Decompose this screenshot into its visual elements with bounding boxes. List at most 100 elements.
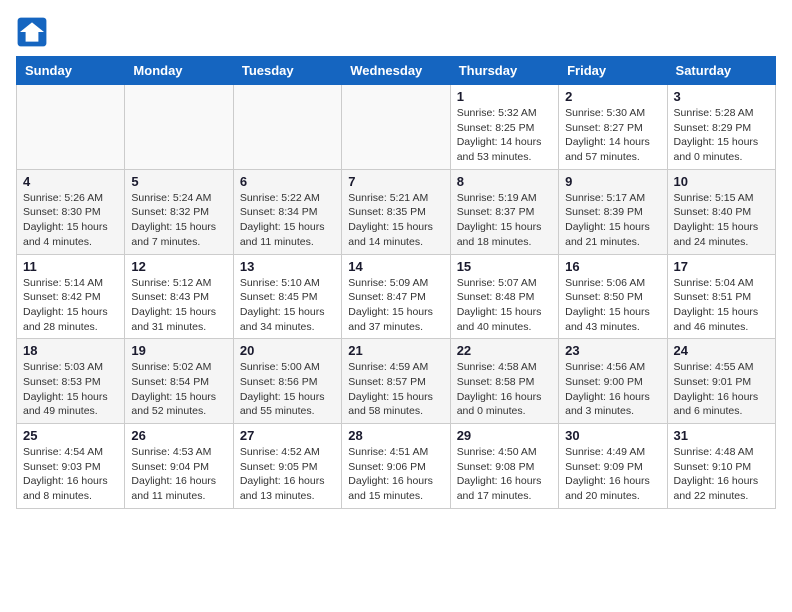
calendar-cell: 9 Sunrise: 5:17 AM Sunset: 8:39 PM Daylig… — [559, 169, 667, 254]
day-number: 28 — [348, 428, 443, 443]
day-number: 9 — [565, 174, 660, 189]
day-info: Sunrise: 4:58 AM Sunset: 8:58 PM Dayligh… — [457, 360, 552, 419]
day-number: 27 — [240, 428, 335, 443]
day-number: 7 — [348, 174, 443, 189]
page-header — [16, 16, 776, 48]
header-sunday: Sunday — [17, 57, 125, 85]
calendar-cell: 13 Sunrise: 5:10 AM Sunset: 8:45 PM Dayli… — [233, 254, 341, 339]
calendar-week-3: 11Sunrise: 5:14 AM Sunset: 8:42 PM Dayli… — [17, 254, 776, 339]
day-number: 25 — [23, 428, 118, 443]
day-info: Sunrise: 5:28 AM Sunset: 8:29 PM Dayligh… — [674, 106, 769, 165]
header-thursday: Thursday — [450, 57, 558, 85]
calendar-cell: 19 Sunrise: 5:02 AM Sunset: 8:54 PM Dayli… — [125, 339, 233, 424]
day-number: 21 — [348, 343, 443, 358]
logo — [16, 16, 52, 48]
calendar-week-2: 4 Sunrise: 5:26 AM Sunset: 8:30 PM Daylig… — [17, 169, 776, 254]
day-number: 1 — [457, 89, 552, 104]
calendar-cell: 25 Sunrise: 4:54 AM Sunset: 9:03 PM Dayli… — [17, 424, 125, 509]
header-monday: Monday — [125, 57, 233, 85]
calendar-cell: 27Sunrise: 4:52 AM Sunset: 9:05 PM Dayli… — [233, 424, 341, 509]
calendar-week-5: 25 Sunrise: 4:54 AM Sunset: 9:03 PM Dayli… — [17, 424, 776, 509]
calendar-cell: 30 Sunrise: 4:49 AM Sunset: 9:09 PM Dayli… — [559, 424, 667, 509]
header-wednesday: Wednesday — [342, 57, 450, 85]
day-number: 13 — [240, 259, 335, 274]
header-saturday: Saturday — [667, 57, 775, 85]
day-number: 10 — [674, 174, 769, 189]
day-number: 8 — [457, 174, 552, 189]
header-tuesday: Tuesday — [233, 57, 341, 85]
day-number: 19 — [131, 343, 226, 358]
day-info: Sunrise: 4:54 AM Sunset: 9:03 PM Dayligh… — [23, 445, 118, 504]
day-info: Sunrise: 5:07 AM Sunset: 8:48 PM Dayligh… — [457, 276, 552, 335]
logo-icon — [16, 16, 48, 48]
calendar-cell: 3 Sunrise: 5:28 AM Sunset: 8:29 PM Daylig… — [667, 85, 775, 170]
calendar-cell — [342, 85, 450, 170]
day-number: 14 — [348, 259, 443, 274]
calendar-cell — [125, 85, 233, 170]
calendar-week-1: 1Sunrise: 5:32 AM Sunset: 8:25 PM Daylig… — [17, 85, 776, 170]
calendar-cell: 24 Sunrise: 4:55 AM Sunset: 9:01 PM Dayli… — [667, 339, 775, 424]
calendar-header-row: SundayMondayTuesdayWednesdayThursdayFrid… — [17, 57, 776, 85]
day-number: 15 — [457, 259, 552, 274]
calendar-cell: 16 Sunrise: 5:06 AM Sunset: 8:50 PM Dayli… — [559, 254, 667, 339]
day-number: 23 — [565, 343, 660, 358]
day-number: 12 — [131, 259, 226, 274]
day-info: Sunrise: 4:51 AM Sunset: 9:06 PM Dayligh… — [348, 445, 443, 504]
day-info: Sunrise: 5:09 AM Sunset: 8:47 PM Dayligh… — [348, 276, 443, 335]
day-number: 4 — [23, 174, 118, 189]
day-info: Sunrise: 5:02 AM Sunset: 8:54 PM Dayligh… — [131, 360, 226, 419]
day-info: Sunrise: 5:06 AM Sunset: 8:50 PM Dayligh… — [565, 276, 660, 335]
day-info: Sunrise: 4:55 AM Sunset: 9:01 PM Dayligh… — [674, 360, 769, 419]
calendar-cell: 5 Sunrise: 5:24 AM Sunset: 8:32 PM Daylig… — [125, 169, 233, 254]
calendar-cell: 10 Sunrise: 5:15 AM Sunset: 8:40 PM Dayli… — [667, 169, 775, 254]
day-number: 5 — [131, 174, 226, 189]
day-number: 30 — [565, 428, 660, 443]
day-info: Sunrise: 5:30 AM Sunset: 8:27 PM Dayligh… — [565, 106, 660, 165]
day-info: Sunrise: 4:59 AM Sunset: 8:57 PM Dayligh… — [348, 360, 443, 419]
day-number: 3 — [674, 89, 769, 104]
day-number: 6 — [240, 174, 335, 189]
calendar-cell: 21 Sunrise: 4:59 AM Sunset: 8:57 PM Dayli… — [342, 339, 450, 424]
calendar-cell: 8 Sunrise: 5:19 AM Sunset: 8:37 PM Daylig… — [450, 169, 558, 254]
calendar-cell — [17, 85, 125, 170]
calendar-cell: 12 Sunrise: 5:12 AM Sunset: 8:43 PM Dayli… — [125, 254, 233, 339]
day-info: Sunrise: 5:22 AM Sunset: 8:34 PM Dayligh… — [240, 191, 335, 250]
day-number: 16 — [565, 259, 660, 274]
day-number: 24 — [674, 343, 769, 358]
calendar-cell: 15 Sunrise: 5:07 AM Sunset: 8:48 PM Dayli… — [450, 254, 558, 339]
day-info: Sunrise: 5:12 AM Sunset: 8:43 PM Dayligh… — [131, 276, 226, 335]
day-info: Sunrise: 5:24 AM Sunset: 8:32 PM Dayligh… — [131, 191, 226, 250]
day-info: Sunrise: 4:56 AM Sunset: 9:00 PM Dayligh… — [565, 360, 660, 419]
day-info: Sunrise: 5:26 AM Sunset: 8:30 PM Dayligh… — [23, 191, 118, 250]
calendar-cell: 31Sunrise: 4:48 AM Sunset: 9:10 PM Dayli… — [667, 424, 775, 509]
calendar-cell: 11Sunrise: 5:14 AM Sunset: 8:42 PM Dayli… — [17, 254, 125, 339]
day-number: 17 — [674, 259, 769, 274]
day-info: Sunrise: 5:19 AM Sunset: 8:37 PM Dayligh… — [457, 191, 552, 250]
day-info: Sunrise: 4:49 AM Sunset: 9:09 PM Dayligh… — [565, 445, 660, 504]
calendar-cell: 22 Sunrise: 4:58 AM Sunset: 8:58 PM Dayli… — [450, 339, 558, 424]
day-number: 2 — [565, 89, 660, 104]
day-number: 29 — [457, 428, 552, 443]
day-info: Sunrise: 5:17 AM Sunset: 8:39 PM Dayligh… — [565, 191, 660, 250]
calendar-cell: 17Sunrise: 5:04 AM Sunset: 8:51 PM Dayli… — [667, 254, 775, 339]
day-number: 31 — [674, 428, 769, 443]
day-info: Sunrise: 5:21 AM Sunset: 8:35 PM Dayligh… — [348, 191, 443, 250]
day-number: 22 — [457, 343, 552, 358]
calendar-cell: 23 Sunrise: 4:56 AM Sunset: 9:00 PM Dayli… — [559, 339, 667, 424]
calendar-cell — [233, 85, 341, 170]
day-info: Sunrise: 4:53 AM Sunset: 9:04 PM Dayligh… — [131, 445, 226, 504]
day-info: Sunrise: 5:10 AM Sunset: 8:45 PM Dayligh… — [240, 276, 335, 335]
calendar-table: SundayMondayTuesdayWednesdayThursdayFrid… — [16, 56, 776, 509]
day-info: Sunrise: 5:15 AM Sunset: 8:40 PM Dayligh… — [674, 191, 769, 250]
calendar-cell: 4 Sunrise: 5:26 AM Sunset: 8:30 PM Daylig… — [17, 169, 125, 254]
day-info: Sunrise: 5:00 AM Sunset: 8:56 PM Dayligh… — [240, 360, 335, 419]
day-number: 18 — [23, 343, 118, 358]
calendar-cell: 20 Sunrise: 5:00 AM Sunset: 8:56 PM Dayli… — [233, 339, 341, 424]
day-number: 11 — [23, 259, 118, 274]
calendar-cell: 6 Sunrise: 5:22 AM Sunset: 8:34 PM Daylig… — [233, 169, 341, 254]
day-number: 20 — [240, 343, 335, 358]
calendar-cell: 26 Sunrise: 4:53 AM Sunset: 9:04 PM Dayli… — [125, 424, 233, 509]
day-number: 26 — [131, 428, 226, 443]
calendar-cell: 2 Sunrise: 5:30 AM Sunset: 8:27 PM Daylig… — [559, 85, 667, 170]
calendar-cell: 1Sunrise: 5:32 AM Sunset: 8:25 PM Daylig… — [450, 85, 558, 170]
